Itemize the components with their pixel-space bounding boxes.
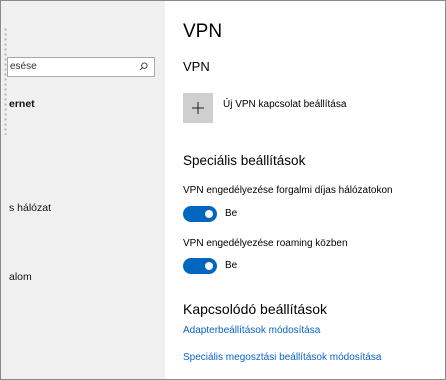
adapter-settings-link[interactable]: Adapterbeállítások módosítása xyxy=(183,325,320,336)
page-title: VPN xyxy=(183,21,223,42)
drag-dots xyxy=(4,27,7,135)
sharing-settings-link[interactable]: Speciális megosztási beállítások módosít… xyxy=(183,352,381,363)
add-vpn-label[interactable]: Új VPN kapcsolat beállítása xyxy=(223,99,346,110)
nav-item-network[interactable]: s hálózat xyxy=(9,202,51,214)
section-heading-related: Kapcsolódó beállítások xyxy=(183,301,327,317)
toggle-knob xyxy=(205,262,213,270)
settings-window: esése ernet s hálózat alom VPN VPN Új VP… xyxy=(0,0,446,380)
section-heading-vpn: VPN xyxy=(183,59,210,74)
roaming-toggle-state: Be xyxy=(225,260,238,271)
toggle-knob xyxy=(205,210,213,218)
nav-pane: esése ernet s hálózat alom xyxy=(1,1,165,379)
search-icon[interactable] xyxy=(139,62,148,71)
roaming-toggle[interactable] xyxy=(183,258,217,274)
search-input-value: esése xyxy=(10,61,37,72)
metered-toggle-state: Be xyxy=(225,208,238,219)
metered-toggle[interactable] xyxy=(183,206,217,222)
section-heading-advanced: Speciális beállítások xyxy=(183,153,306,168)
content-area: VPN VPN Új VPN kapcsolat beállítása Spec… xyxy=(183,1,445,379)
roaming-toggle-label: VPN engedélyezése roaming közben xyxy=(183,238,348,249)
nav-item-status[interactable]: alom xyxy=(9,271,32,283)
search-input[interactable]: esése xyxy=(7,57,155,77)
nav-item-internet[interactable]: ernet xyxy=(9,98,35,110)
metered-toggle-label: VPN engedélyezése forgalmi díjas hálózat… xyxy=(183,185,393,196)
plus-icon xyxy=(192,102,204,114)
add-vpn-button[interactable] xyxy=(183,93,213,123)
